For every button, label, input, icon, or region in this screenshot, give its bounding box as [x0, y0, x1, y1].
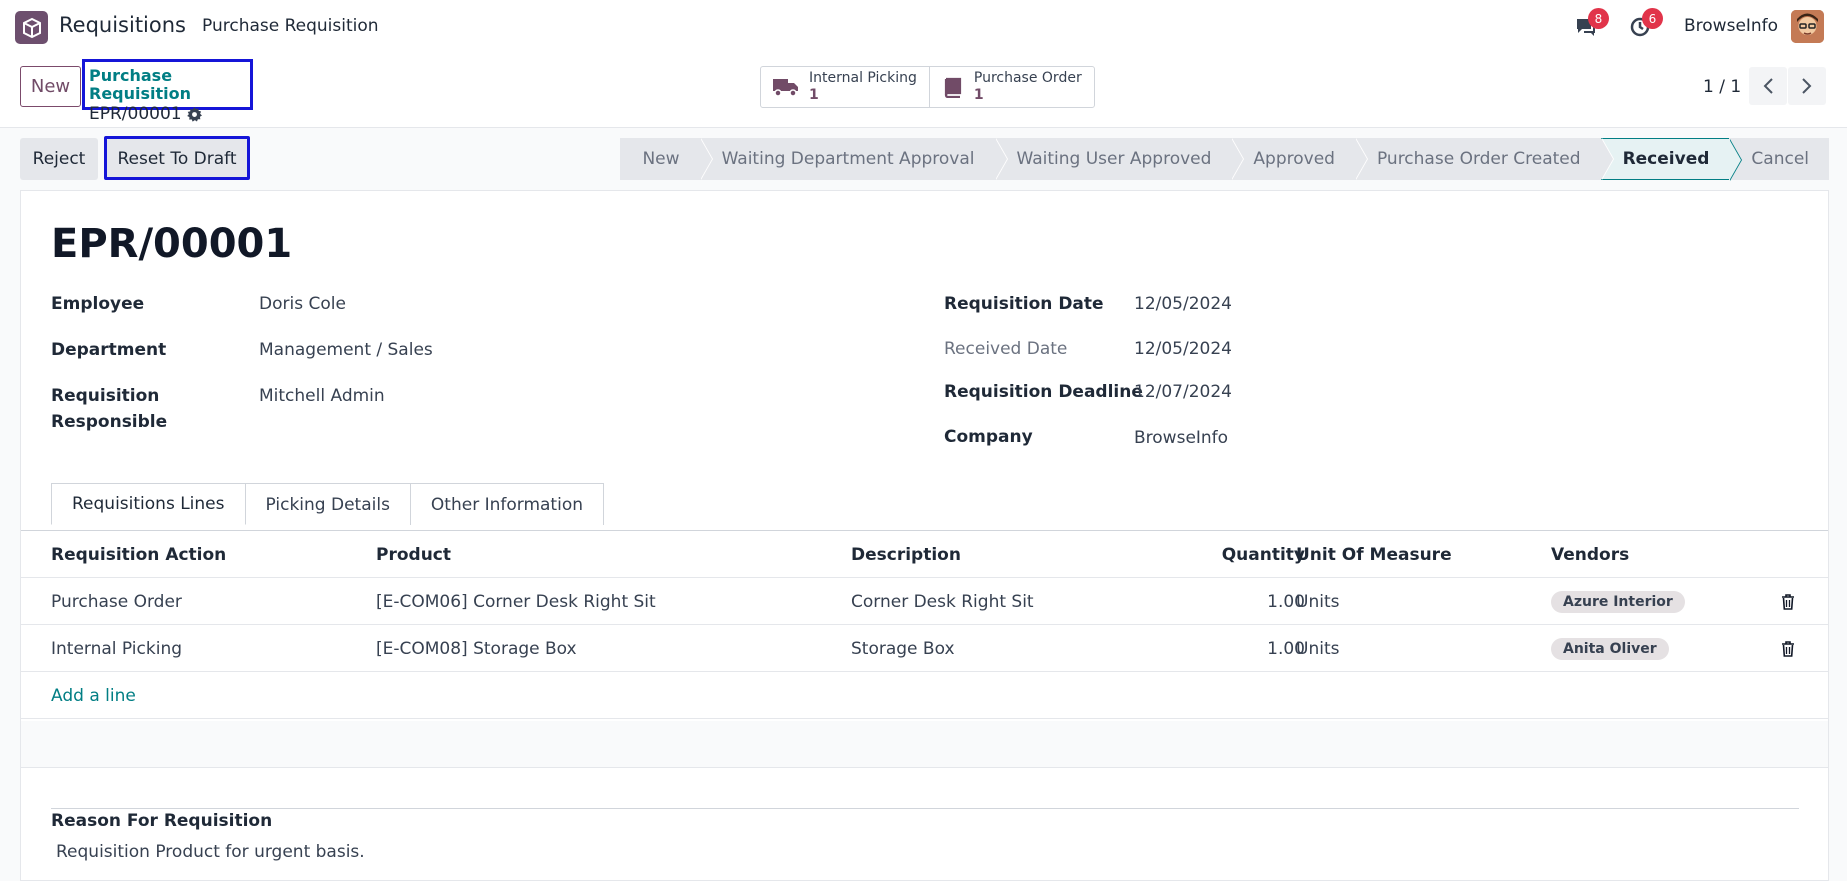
deadline-field[interactable]: 12/07/2024	[1134, 382, 1232, 402]
messages-badge: 8	[1588, 8, 1609, 29]
responsible-field[interactable]: Mitchell Admin	[259, 386, 385, 406]
company-field[interactable]: BrowseInfo	[1134, 428, 1228, 448]
chevron-right-icon	[1802, 78, 1812, 94]
delete-line-button[interactable]	[1781, 625, 1795, 672]
reason-field[interactable]: Requisition Product for urgent basis.	[56, 842, 365, 862]
trash-icon	[1782, 640, 1794, 657]
form-sheet: EPR/00001 Employee Doris Cole Department…	[20, 190, 1829, 881]
reset-to-draft-highlight	[104, 136, 250, 180]
truck-icon	[773, 79, 798, 97]
stage-waiting-user-approved[interactable]: Waiting User Approved	[994, 138, 1245, 180]
new-button[interactable]: New	[20, 66, 81, 107]
requisition-lines-table: Requisition Action Product Description Q…	[21, 531, 1828, 719]
company-label: Company	[944, 427, 1033, 447]
responsible-label: Requisition Responsible	[51, 383, 167, 435]
line-quantity[interactable]: 1.00	[1121, 578, 1305, 625]
tab-other-information[interactable]: Other Information	[409, 483, 605, 525]
column-header-description[interactable]: Description	[851, 531, 961, 578]
pager-previous-button[interactable]	[1749, 67, 1787, 105]
line-description[interactable]: Corner Desk Right Sit	[851, 578, 1034, 625]
employee-field[interactable]: Doris Cole	[259, 294, 346, 314]
line-action[interactable]: Internal Picking	[51, 625, 182, 672]
responsible-label-line1: Requisition	[51, 386, 160, 406]
line-product[interactable]: [E-COM06] Corner Desk Right Sit	[376, 578, 656, 625]
control-panel: New Purchase Requisition EPR/00001 Inter…	[0, 53, 1847, 128]
line-uom[interactable]: Units	[1296, 578, 1339, 625]
book-icon	[944, 77, 961, 98]
line-vendors[interactable]: Anita Oliver	[1551, 625, 1669, 672]
menu-purchase-requisition[interactable]: Purchase Requisition	[202, 16, 379, 36]
breadcrumb-current: EPR/00001	[89, 103, 250, 125]
user-avatar[interactable]	[1791, 10, 1824, 43]
pager-next-button[interactable]	[1788, 67, 1826, 105]
add-line-link[interactable]: Add a line	[51, 672, 136, 719]
record-title: EPR/00001	[51, 221, 293, 267]
received-date-label: Received Date	[944, 339, 1068, 359]
column-header-uom[interactable]: Unit Of Measure	[1296, 531, 1452, 578]
top-navbar: Requisitions Purchase Requisition 8 6 Br…	[0, 0, 1847, 53]
line-uom[interactable]: Units	[1296, 625, 1339, 672]
reject-button[interactable]: Reject	[20, 138, 98, 180]
reason-label: Reason For Requisition	[51, 811, 273, 831]
table-header: Requisition Action Product Description Q…	[21, 531, 1828, 578]
purchase-order-smart-button[interactable]: Purchase Order 1	[928, 67, 1094, 107]
line-quantity[interactable]: 1.00	[1121, 625, 1305, 672]
line-product[interactable]: [E-COM08] Storage Box	[376, 625, 577, 672]
stage-new[interactable]: New	[620, 138, 713, 180]
line-action[interactable]: Purchase Order	[51, 578, 182, 625]
smart-buttons: Internal Picking 1 Purchase Order 1	[760, 66, 1095, 108]
app-logo-icon[interactable]	[15, 11, 48, 44]
stage-waiting-department-approval[interactable]: Waiting Department Approval	[699, 138, 1008, 180]
tab-picking-details[interactable]: Picking Details	[244, 483, 411, 525]
internal-picking-count: 1	[809, 87, 819, 103]
table-row[interactable]: Purchase Order [E-COM06] Corner Desk Rig…	[21, 578, 1828, 625]
messages-button[interactable]: 8	[1572, 8, 1609, 41]
chevron-left-icon	[1763, 78, 1773, 94]
column-header-vendors[interactable]: Vendors	[1551, 531, 1629, 578]
line-vendors[interactable]: Azure Interior	[1551, 578, 1685, 625]
stage-cancel[interactable]: Cancel	[1729, 138, 1829, 180]
statusbar: New Waiting Department Approval Waiting …	[620, 138, 1829, 181]
breadcrumb-parent-link[interactable]: Purchase Requisition	[89, 67, 250, 103]
requisition-date-label: Requisition Date	[944, 294, 1104, 314]
reason-separator	[51, 808, 1799, 809]
purchase-order-label: Purchase Order	[973, 70, 1082, 86]
responsible-label-line2: Responsible	[51, 412, 168, 432]
app-name[interactable]: Requisitions	[59, 13, 186, 37]
internal-picking-label: Internal Picking	[809, 70, 917, 86]
breadcrumb-current-label: EPR/00001	[89, 104, 182, 124]
stage-approved[interactable]: Approved	[1231, 138, 1368, 180]
breadcrumb: Purchase Requisition EPR/00001	[82, 59, 253, 124]
table-row[interactable]: Internal Picking [E-COM08] Storage Box S…	[21, 625, 1828, 672]
status-row: Reject Reset To Draft New Waiting Depart…	[20, 136, 1829, 181]
table-footer-row	[21, 721, 1828, 768]
pager-value[interactable]: 1 / 1	[1703, 77, 1741, 97]
notebook-tabs: Requisitions Lines Picking Details Other…	[51, 483, 605, 525]
activities-button[interactable]: 6	[1626, 8, 1663, 41]
received-date-field: 12/05/2024	[1134, 339, 1232, 359]
column-header-quantity[interactable]: Quantity	[1121, 531, 1305, 578]
deadline-label: Requisition Deadline	[944, 382, 1143, 402]
tab-requisitions-lines[interactable]: Requisitions Lines	[51, 483, 246, 525]
internal-picking-smart-button[interactable]: Internal Picking 1	[761, 67, 929, 107]
delete-line-button[interactable]	[1781, 578, 1795, 625]
employee-label: Employee	[51, 294, 145, 314]
activities-badge: 6	[1642, 8, 1663, 29]
company-switcher[interactable]: BrowseInfo	[1684, 16, 1778, 36]
requisition-date-field[interactable]: 12/05/2024	[1134, 294, 1232, 314]
column-header-action[interactable]: Requisition Action	[51, 531, 226, 578]
vendor-tag: Azure Interior	[1551, 590, 1685, 613]
stage-purchase-order-created[interactable]: Purchase Order Created	[1354, 138, 1614, 180]
line-description[interactable]: Storage Box	[851, 625, 955, 672]
department-field[interactable]: Management / Sales	[259, 340, 433, 360]
trash-icon	[1782, 593, 1794, 610]
purchase-order-count: 1	[973, 87, 984, 103]
stage-received[interactable]: Received	[1600, 138, 1743, 181]
add-line-row: Add a line	[21, 672, 1828, 719]
department-label: Department	[51, 340, 167, 360]
vendor-tag: Anita Oliver	[1551, 637, 1669, 660]
gear-icon[interactable]	[186, 106, 202, 122]
column-header-product[interactable]: Product	[376, 531, 451, 578]
